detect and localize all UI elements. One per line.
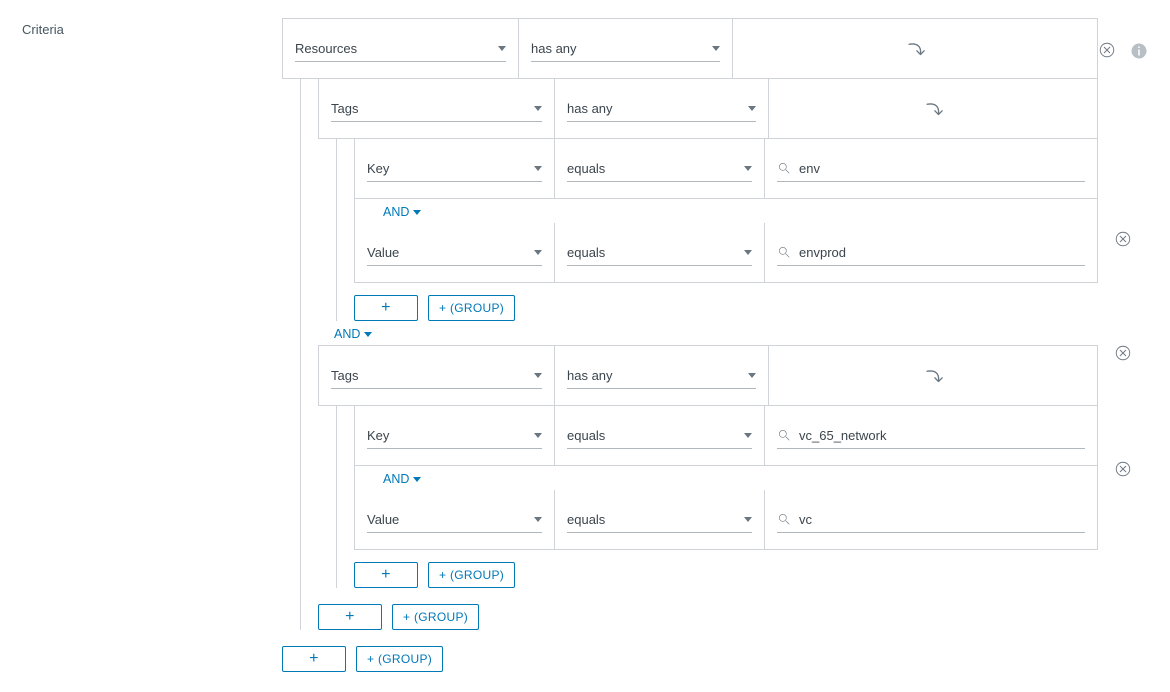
chevron-down-icon (712, 46, 720, 51)
add-group-button[interactable]: + (GROUP) (356, 646, 443, 672)
field-value: Key (367, 161, 389, 176)
remove-icon[interactable] (1114, 460, 1132, 478)
chevron-down-icon (534, 517, 542, 522)
add-rule-button[interactable]: + (354, 295, 418, 321)
operator-select[interactable]: has any (531, 36, 720, 62)
subject-value: Resources (295, 41, 357, 56)
comparator-select[interactable]: equals (567, 240, 752, 266)
comparator-value: equals (567, 161, 605, 176)
criteria-kv-block: Key equals (354, 139, 1098, 283)
remove-icon[interactable] (1114, 230, 1132, 248)
join-label: AND (383, 205, 409, 219)
chevron-down-icon (534, 433, 542, 438)
chevron-down-icon (534, 166, 542, 171)
chevron-down-icon (744, 166, 752, 171)
comparator-value: equals (567, 245, 605, 260)
value-input[interactable] (797, 160, 1085, 177)
chevron-down-icon (744, 517, 752, 522)
expand-arrow-icon[interactable] (922, 365, 944, 387)
operator-value: has any (567, 368, 613, 383)
add-rule-button[interactable]: + (282, 646, 346, 672)
join-toggle[interactable]: AND (318, 321, 1098, 345)
field-select[interactable]: Key (367, 156, 542, 182)
value-search[interactable] (777, 240, 1085, 266)
search-icon (777, 512, 791, 526)
chevron-down-icon (413, 210, 421, 215)
subject-select[interactable]: Tags (331, 363, 542, 389)
search-icon (777, 245, 791, 259)
info-icon[interactable] (1130, 42, 1148, 60)
chevron-down-icon (744, 433, 752, 438)
operator-value: has any (531, 41, 577, 56)
subject-value: Tags (331, 368, 358, 383)
operator-select[interactable]: has any (567, 363, 756, 389)
chevron-down-icon (748, 373, 756, 378)
search-icon (777, 428, 791, 442)
add-group-button[interactable]: + (GROUP) (392, 604, 479, 630)
value-input[interactable] (797, 511, 1085, 528)
comparator-select[interactable]: equals (567, 156, 752, 182)
expand-arrow-icon[interactable] (922, 98, 944, 120)
subject-value: Tags (331, 101, 358, 116)
join-toggle[interactable]: AND (355, 466, 1097, 490)
operator-value: has any (567, 101, 613, 116)
remove-icon[interactable] (1098, 41, 1116, 59)
remove-icon[interactable] (1114, 344, 1132, 362)
value-search[interactable] (777, 507, 1085, 533)
field-value: Key (367, 428, 389, 443)
join-label: AND (334, 327, 360, 341)
criteria-kv-block: Key equals (354, 406, 1098, 550)
chevron-down-icon (413, 477, 421, 482)
search-icon (777, 161, 791, 175)
add-rule-button[interactable]: + (318, 604, 382, 630)
criteria-group-root: Resources has any (282, 18, 1098, 79)
expand-arrow-icon[interactable] (904, 38, 926, 60)
join-label: AND (383, 472, 409, 486)
comparator-value: equals (567, 512, 605, 527)
comparator-select[interactable]: equals (567, 507, 752, 533)
value-input[interactable] (797, 244, 1085, 261)
field-select[interactable]: Value (367, 507, 542, 533)
field-select[interactable]: Key (367, 423, 542, 449)
action-rail (1098, 18, 1148, 478)
criteria-label: Criteria (22, 18, 282, 37)
value-search[interactable] (777, 156, 1085, 182)
field-value: Value (367, 512, 399, 527)
subject-select[interactable]: Tags (331, 96, 542, 122)
chevron-down-icon (744, 250, 752, 255)
chevron-down-icon (534, 250, 542, 255)
join-toggle[interactable]: AND (355, 199, 1097, 223)
chevron-down-icon (364, 332, 372, 337)
chevron-down-icon (534, 106, 542, 111)
add-group-button[interactable]: + (GROUP) (428, 295, 515, 321)
chevron-down-icon (498, 46, 506, 51)
field-select[interactable]: Value (367, 240, 542, 266)
chevron-down-icon (534, 373, 542, 378)
value-search[interactable] (777, 423, 1085, 449)
add-group-button[interactable]: + (GROUP) (428, 562, 515, 588)
comparator-value: equals (567, 428, 605, 443)
criteria-group-tags: Tags has any (318, 345, 1098, 406)
subject-select[interactable]: Resources (295, 36, 506, 62)
operator-select[interactable]: has any (567, 96, 756, 122)
comparator-select[interactable]: equals (567, 423, 752, 449)
criteria-group-tags: Tags has any (318, 79, 1098, 139)
value-input[interactable] (797, 427, 1085, 444)
chevron-down-icon (748, 106, 756, 111)
field-value: Value (367, 245, 399, 260)
add-rule-button[interactable]: + (354, 562, 418, 588)
